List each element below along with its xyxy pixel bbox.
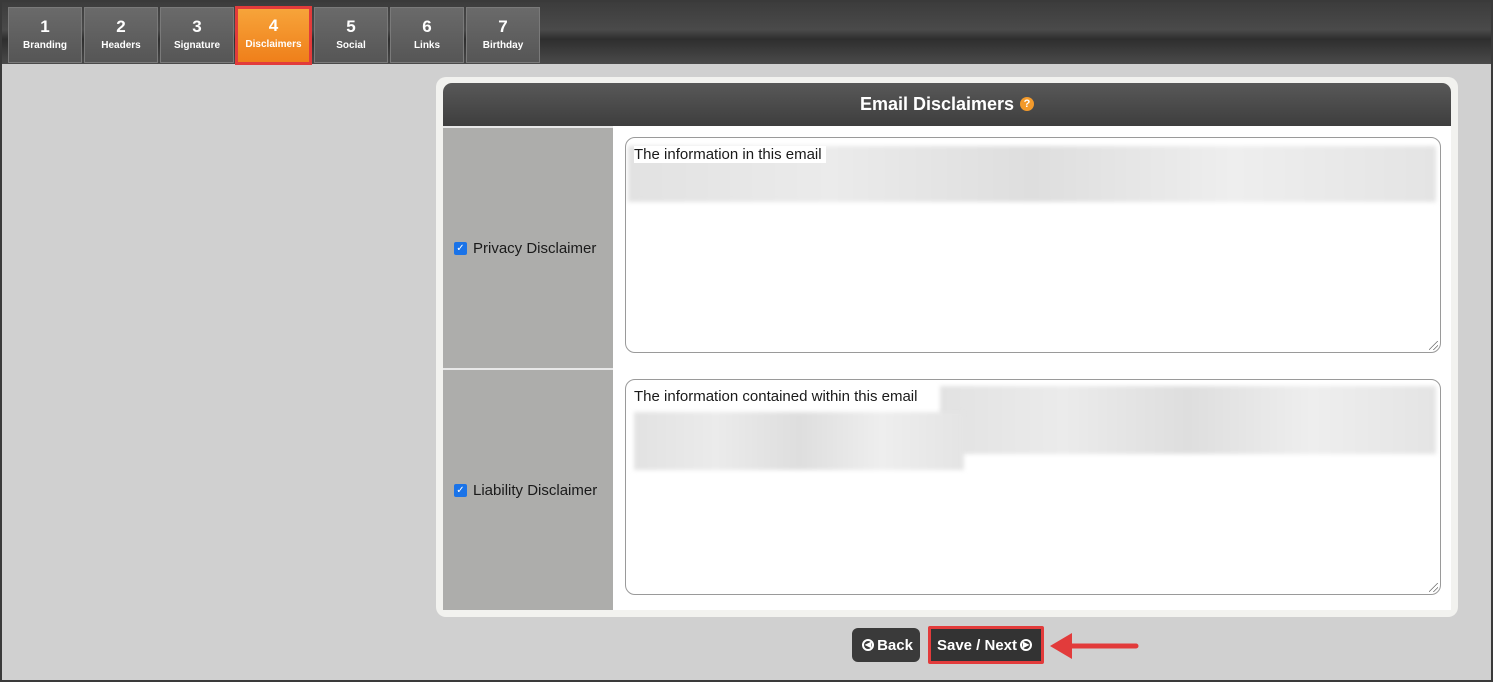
privacy-disclaimer-text: The information in this email xyxy=(634,146,826,163)
privacy-disclaimer-label-cell: ✓ Privacy Disclaimer xyxy=(443,126,613,368)
tab-number: 2 xyxy=(116,17,126,36)
tab-disclaimers[interactable]: 4 Disclaimers xyxy=(235,6,312,65)
privacy-disclaimer-content: The information in this email xyxy=(613,126,1451,368)
tab-label: Disclaimers xyxy=(245,39,302,50)
privacy-disclaimer-label: Privacy Disclaimer xyxy=(473,239,597,257)
back-button-label: Back xyxy=(877,636,913,654)
back-button[interactable]: ◀ Back xyxy=(852,628,920,662)
question-circle-icon[interactable]: ? xyxy=(1020,96,1035,111)
panel-title: Email Disclaimers xyxy=(859,94,1015,114)
tab-number: 7 xyxy=(498,17,508,36)
liability-disclaimer-label-cell: ✓ Liability Disclaimer xyxy=(443,368,613,610)
liability-disclaimer-label: Liability Disclaimer xyxy=(473,481,598,499)
arrow-right-circle-icon: ▶ xyxy=(1020,639,1033,651)
tab-label: Links xyxy=(413,40,441,51)
panel-header: Email Disclaimers? xyxy=(443,83,1451,126)
step-tab-bar: 1 Branding 2 Headers 3 Signature 4 Discl… xyxy=(2,2,1491,65)
tab-label: Headers xyxy=(101,40,141,51)
tab-branding[interactable]: 1 Branding xyxy=(8,7,82,63)
tab-social[interactable]: 5 Social xyxy=(314,7,388,63)
tab-label: Social xyxy=(336,40,366,51)
disclaimers-panel: Email Disclaimers? ✓ Privacy Disclaimer … xyxy=(436,77,1458,617)
tab-number: 4 xyxy=(268,16,279,35)
tab-headers[interactable]: 2 Headers xyxy=(84,7,158,63)
resize-handle-icon[interactable] xyxy=(1429,341,1438,350)
tab-number: 1 xyxy=(40,17,50,36)
liability-disclaimer-checkbox[interactable]: ✓ xyxy=(454,483,467,497)
tab-links[interactable]: 6 Links xyxy=(390,7,464,63)
liability-disclaimer-content: The information contained within this em… xyxy=(613,368,1451,610)
liability-disclaimer-textarea[interactable]: The information contained within this em… xyxy=(625,379,1441,595)
tab-birthday[interactable]: 7 Birthday xyxy=(466,7,540,63)
tab-signature[interactable]: 3 Signature xyxy=(160,7,234,63)
tab-number: 3 xyxy=(192,17,202,36)
redacted-text xyxy=(940,386,1436,454)
resize-handle-icon[interactable] xyxy=(1429,583,1438,592)
save-next-button-label: Save / Next xyxy=(936,636,1018,654)
tab-label: Signature xyxy=(173,40,221,51)
tab-number: 5 xyxy=(346,17,356,36)
arrow-left-circle-icon: ◀ xyxy=(862,639,875,651)
redacted-text xyxy=(634,412,964,470)
liability-disclaimer-text: The information contained within this em… xyxy=(634,388,922,405)
privacy-disclaimer-textarea[interactable]: The information in this email xyxy=(625,137,1441,353)
pointer-arrow-icon xyxy=(1050,633,1139,659)
privacy-disclaimer-row: ✓ Privacy Disclaimer The information in … xyxy=(443,126,1451,368)
save-next-button[interactable]: Save / Next ▶ xyxy=(928,626,1044,664)
tab-number: 6 xyxy=(422,17,432,36)
tab-label: Branding xyxy=(23,40,67,51)
privacy-disclaimer-checkbox[interactable]: ✓ xyxy=(454,241,467,255)
liability-disclaimer-row: ✓ Liability Disclaimer The information c… xyxy=(443,368,1451,610)
tab-label: Birthday xyxy=(482,40,524,51)
